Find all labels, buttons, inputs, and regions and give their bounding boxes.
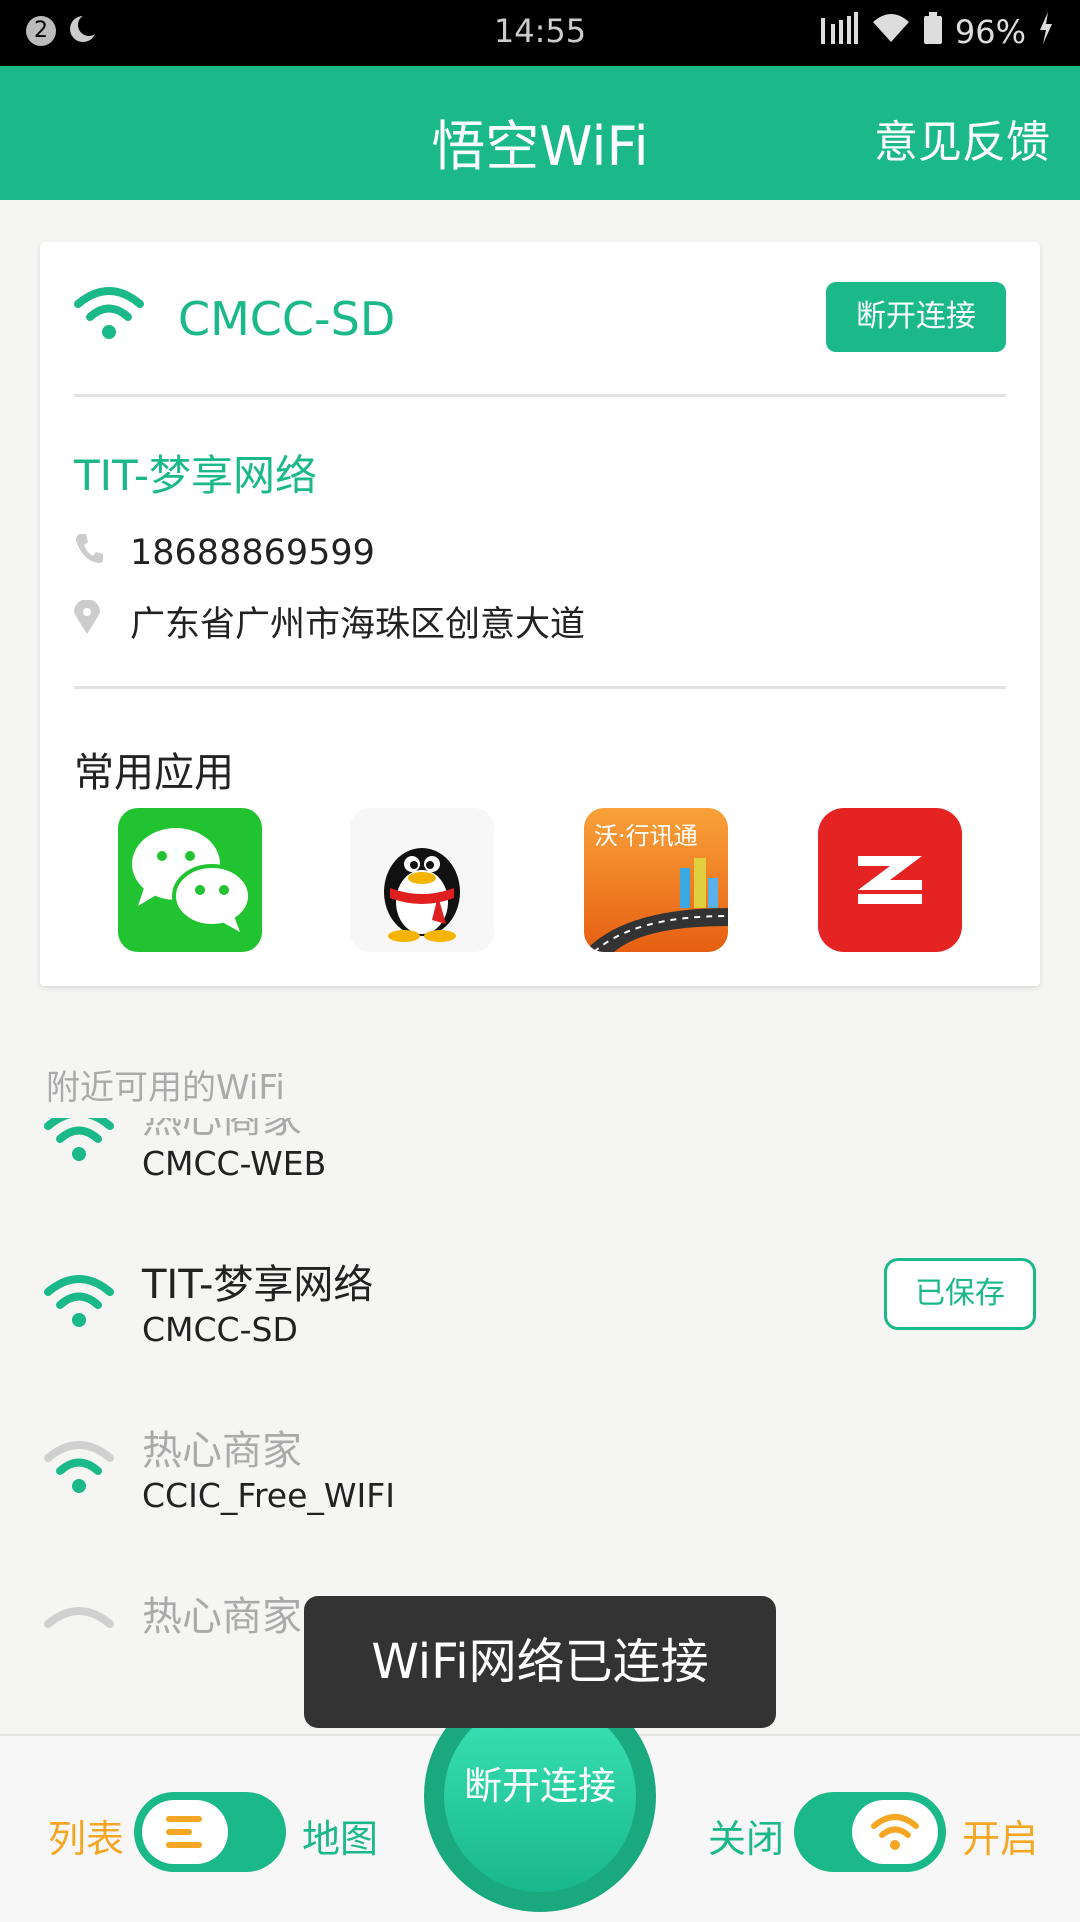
disconnect-button[interactable]: 断开连接 [826, 282, 1006, 352]
wifi-list-item[interactable]: 热心商家 CMCC-WEB [0, 1118, 1080, 1238]
battery-percent: 96% [954, 13, 1026, 51]
wifi-on-icon [871, 1814, 919, 1850]
wifi-icon [44, 1606, 114, 1638]
wifi-list-item[interactable]: TIT-梦享网络 CMCC-SD 已保存 [0, 1244, 1080, 1404]
map-label[interactable]: 地图 [302, 1808, 378, 1863]
feedback-button[interactable]: 意见反馈 [874, 106, 1050, 170]
battery-icon [923, 12, 943, 52]
wifi-status-icon [871, 12, 911, 52]
wo-travel-icon[interactable]: 沃·行讯通 [584, 808, 728, 952]
off-label[interactable]: 关闭 [708, 1808, 784, 1863]
wifi-icon [44, 1440, 114, 1500]
nearby-wifi-list[interactable]: 热心商家 CMCC-WEB TIT-梦享网络 CMCC-SD 已保存 热心商家 … [0, 1118, 1080, 1638]
wifi-merchant-name: 热心商家 [142, 1118, 302, 1142]
charging-icon [1038, 12, 1054, 52]
nearby-wifi-label: 附近可用的WiFi [46, 1068, 285, 1108]
address-text: 广东省广州市海珠区创意大道 [130, 605, 586, 645]
wifi-merchant-name: 热心商家 [142, 1594, 302, 1638]
wifi-ssid: CMCC-WEB [142, 1144, 327, 1183]
wifi-ssid: CCIC_Free_WIFI [142, 1476, 395, 1515]
on-label[interactable]: 开启 [962, 1808, 1038, 1863]
list-map-toggle[interactable] [134, 1792, 286, 1872]
wifi-merchant-name: TIT-梦享网络 [142, 1262, 374, 1308]
phone-icon [74, 532, 104, 573]
merchant-name: TIT-梦享网络 [74, 451, 317, 500]
address-row: 广东省广州市海珠区创意大道 [74, 596, 585, 647]
connected-ssid: CMCC-SD [178, 292, 396, 346]
app-bar: 悟空WiFi 意见反馈 [0, 66, 1080, 200]
qq-icon[interactable] [350, 808, 494, 952]
wifi-icon [74, 286, 144, 346]
wechat-icon[interactable] [118, 808, 262, 952]
toast-message: WiFi网络已连接 [304, 1596, 776, 1728]
wifi-icon [44, 1118, 114, 1168]
signal-icon [819, 12, 859, 52]
status-bar: 2 14:55 96% [0, 0, 1080, 66]
location-pin-icon [74, 599, 104, 643]
connected-wifi-card: CMCC-SD 断开连接 TIT-梦享网络 18688869599 广东省广州市… [40, 242, 1040, 986]
svg-text:沃·行讯通: 沃·行讯通 [594, 822, 698, 850]
zaker-icon[interactable] [818, 808, 962, 952]
center-disconnect-button[interactable]: 断开连接 [444, 1700, 636, 1892]
phone-number: 18688869599 [130, 532, 375, 573]
phone-row[interactable]: 18688869599 [74, 532, 375, 573]
wifi-ssid: CMCC-SD [142, 1310, 298, 1349]
divider [74, 394, 1006, 397]
toggle-knob [142, 1800, 228, 1864]
wifi-power-toggle[interactable] [794, 1792, 946, 1872]
wifi-list-item[interactable]: 热心商家 CCIC_Free_WIFI [0, 1410, 1080, 1570]
apps-title: 常用应用 [74, 750, 234, 796]
wifi-icon [44, 1274, 114, 1334]
wifi-merchant-name: 热心商家 [142, 1428, 302, 1474]
saved-button[interactable]: 已保存 [884, 1258, 1036, 1330]
list-icon [166, 1816, 202, 1848]
list-label[interactable]: 列表 [48, 1808, 124, 1863]
divider [74, 686, 1006, 689]
toggle-knob [852, 1800, 938, 1864]
